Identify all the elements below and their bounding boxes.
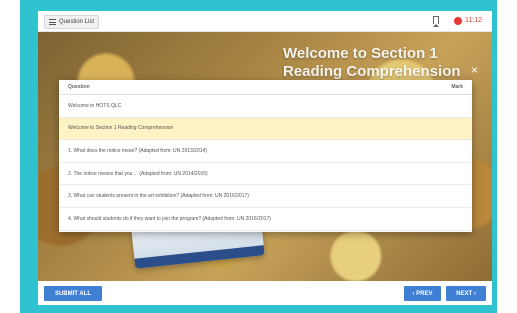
welcome-heading: Welcome to Section 1 Reading Comprehensi… bbox=[283, 45, 483, 81]
welcome-line-1: Welcome to Section 1 bbox=[283, 45, 438, 62]
header-mark: Mark bbox=[451, 84, 463, 90]
question-row[interactable]: Welcome to HOTS QLC bbox=[59, 95, 472, 118]
welcome-line-2: Reading Comprehension bbox=[283, 63, 461, 80]
question-row[interactable]: 2. The notice means that you ... (Adapte… bbox=[59, 163, 472, 186]
next-button[interactable]: NEXT › bbox=[446, 286, 486, 301]
question-list-modal: Question Mark Welcome to HOTS QLC Welcom… bbox=[59, 80, 472, 232]
timer-text: 11:12 bbox=[465, 17, 482, 24]
question-row[interactable]: 4. What should students do if they want … bbox=[59, 208, 472, 231]
timer-dot-icon bbox=[454, 17, 462, 25]
top-bar: Question List 11:12 bbox=[38, 11, 492, 32]
header-question: Question bbox=[68, 84, 90, 90]
prev-button[interactable]: ‹ PREV bbox=[404, 286, 441, 301]
question-row[interactable]: 1. What does the notice mean? (Adapted f… bbox=[59, 140, 472, 163]
close-icon[interactable]: × bbox=[471, 64, 478, 76]
question-list-button[interactable]: Question List bbox=[44, 15, 100, 29]
question-row[interactable]: 3. What can students present in the art … bbox=[59, 185, 472, 208]
bottom-bar: SUBMIT ALL ‹ PREV NEXT › bbox=[38, 281, 492, 305]
question-list-label: Question List bbox=[59, 19, 95, 25]
question-list-header: Question Mark bbox=[59, 80, 472, 95]
bookmark-icon[interactable] bbox=[433, 16, 439, 27]
question-row-active[interactable]: Welcome to Section 1 Reading Comprehensi… bbox=[59, 117, 472, 141]
menu-icon bbox=[49, 19, 56, 25]
submit-all-button[interactable]: SUBMIT ALL bbox=[44, 286, 102, 301]
